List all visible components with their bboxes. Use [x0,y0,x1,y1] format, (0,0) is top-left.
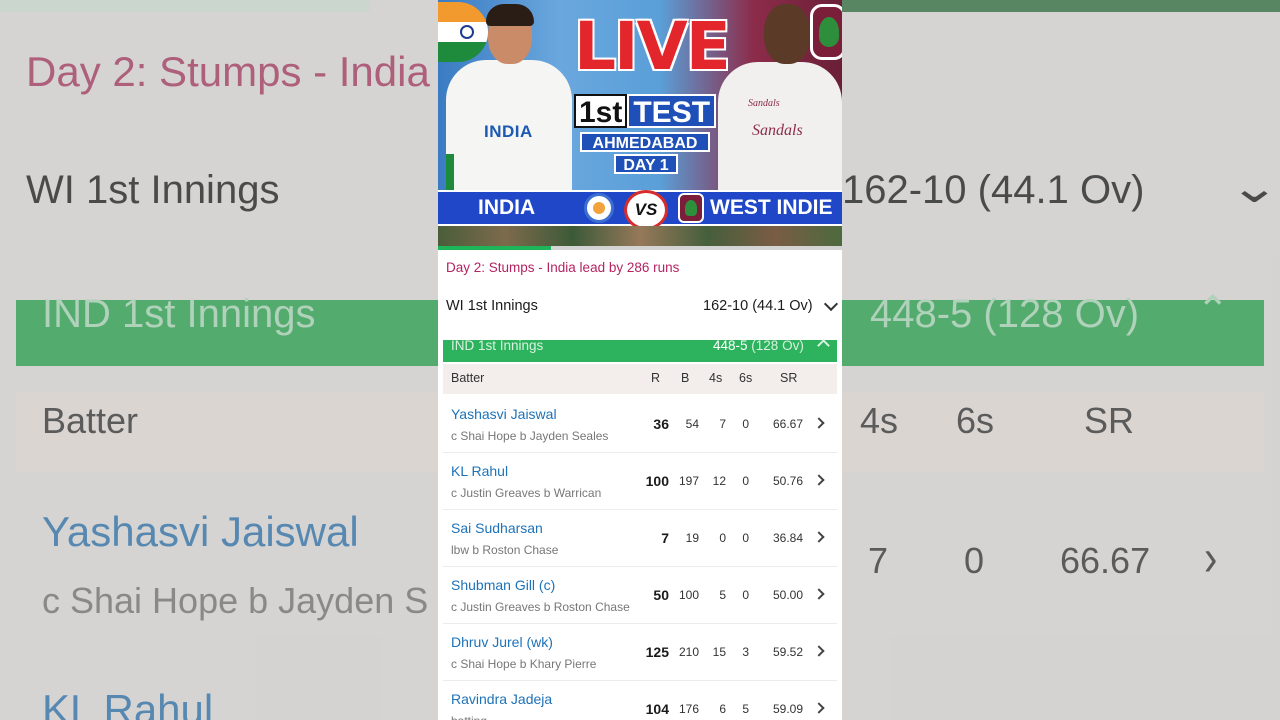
batter-dismissal: lbw b Roston Chase [451,543,559,557]
wi-jersey-text: Sandals [752,122,803,139]
batter-sr: 66.67 [772,417,803,431]
batter-name[interactable]: Sai Sudharsan [451,520,543,536]
batter-sixes: 0 [742,474,749,488]
table-row[interactable]: Yashasvi Jaiswal c Shai Hope b Jayden Se… [443,396,837,453]
chevron-down-icon[interactable] [823,296,839,312]
batter-fours: 0 [719,531,726,545]
table-row[interactable]: Ravindra Jadeja batting 104 176 6 5 59.0… [443,681,837,720]
batter-name[interactable]: KL Rahul [451,463,508,479]
chevron-up-icon[interactable] [817,339,830,352]
batter-balls: 210 [678,645,699,659]
batter-balls: 54 [685,417,699,431]
batter-dismissal: c Shai Hope b Jayden Seales [451,429,609,443]
day-label: DAY 1 [614,154,678,174]
header-runs: R [651,371,661,385]
batter-balls: 19 [685,531,699,545]
batter-name[interactable]: Dhruv Jurel (wk) [451,634,553,650]
batter-dismissal: batting [451,714,487,720]
header-balls: B [681,371,690,385]
batter-fours: 12 [712,474,726,488]
batter-sr: 50.00 [772,588,803,602]
header-fours: 4s [709,371,723,385]
match-number: 1st [574,94,628,129]
innings1-header[interactable]: WI 1st Innings 162-10 (44.1 Ov) [438,292,842,322]
live-label: LIVE [574,8,731,85]
innings2-score: 448-5 [713,338,748,353]
chevron-right-icon[interactable] [813,531,825,543]
batter-runs: 104 [645,701,669,717]
batter-dismissal: c Justin Greaves b Warrican [451,486,602,500]
batting-table: Yashasvi Jaiswal c Shai Hope b Jayden Se… [443,396,837,720]
batter-dismissal: c Justin Greaves b Roston Chase [451,600,630,614]
batter-sixes: 3 [742,645,749,659]
batter-balls: 100 [678,588,699,602]
header-sr: SR [780,371,798,385]
batter-sr: 59.09 [772,702,803,716]
batter-sixes: 0 [742,417,749,431]
batter-runs: 50 [653,587,669,603]
innings2-overs: (128 Ov) [751,338,804,353]
cwi-logo-icon [678,193,704,223]
batter-sixes: 0 [742,588,749,602]
table-row[interactable]: Sai Sudharsan lbw b Roston Chase 7 19 0 … [443,510,837,567]
innings1-overs: (44.1 Ov) [752,298,813,314]
match-format: TEST [627,94,717,129]
batter-name[interactable]: Yashasvi Jaiswal [451,406,557,422]
chevron-right-icon[interactable] [813,588,825,600]
innings2-score-line: 448-5 (128 Ov) [713,338,804,353]
batter-name[interactable]: Shubman Gill (c) [451,577,555,593]
innings2-header[interactable]: IND 1st Innings 448-5 (128 Ov) [443,338,837,362]
batter-fours: 7 [719,417,726,431]
match-status: Day 2: Stumps - India lead by 286 runs [446,260,680,275]
batter-sixes: 5 [742,702,749,716]
batter-fours: 6 [719,702,726,716]
header-sixes: 6s [739,371,753,385]
venue-label: AHMEDABAD [580,132,710,152]
match-title: 1st TEST [574,94,717,129]
vs-badge: VS [624,190,668,230]
batter-runs: 36 [653,416,669,432]
wi-jersey-small-text: Sandals [748,98,780,109]
west-indies-player-image: Sandals Sandals [718,4,842,194]
crowd-strip [438,226,842,248]
batter-sixes: 0 [742,531,749,545]
batter-fours: 15 [712,645,726,659]
batter-sr: 50.76 [772,474,803,488]
team2-name: WEST INDIE [710,196,833,219]
chevron-right-icon[interactable] [813,645,825,657]
batting-table-header: Batter R B 4s 6s SR [443,364,837,394]
batter-sr: 59.52 [772,645,803,659]
batter-runs: 7 [661,530,669,546]
video-progress-bar[interactable] [438,246,842,250]
batter-fours: 5 [719,588,726,602]
bcci-logo-icon [584,193,614,223]
header-batter: Batter [451,371,485,385]
chevron-right-icon[interactable] [813,417,825,429]
video-thumbnail[interactable]: INDIA Sandals Sandals LIVE 1st TEST AHME… [438,0,842,250]
innings1-score-line: 162-10 (44.1 Ov) [703,298,813,314]
batter-name[interactable]: Ravindra Jadeja [451,691,552,707]
batter-balls: 197 [678,474,699,488]
india-player-image: INDIA [446,4,572,194]
chevron-right-icon[interactable] [813,474,825,486]
batter-runs: 125 [645,644,669,660]
chevron-right-icon[interactable] [813,702,825,714]
table-row[interactable]: Dhruv Jurel (wk) c Shai Hope b Khary Pie… [443,624,837,681]
table-row[interactable]: Shubman Gill (c) c Justin Greaves b Rost… [443,567,837,624]
batter-dismissal: c Shai Hope b Khary Pierre [451,657,597,671]
india-jersey-text: INDIA [484,122,533,141]
innings2-label: IND 1st Innings [451,338,544,353]
innings1-label: WI 1st Innings [446,298,538,314]
batter-balls: 176 [678,702,699,716]
scorecard-panel: INDIA Sandals Sandals LIVE 1st TEST AHME… [438,0,842,720]
batter-runs: 100 [645,473,669,489]
table-row[interactable]: KL Rahul c Justin Greaves b Warrican 100… [443,453,837,510]
video-progress-fill [438,246,552,250]
team1-name: INDIA [478,196,536,219]
innings1-score: 162-10 [703,298,749,314]
batter-sr: 36.84 [772,531,803,545]
